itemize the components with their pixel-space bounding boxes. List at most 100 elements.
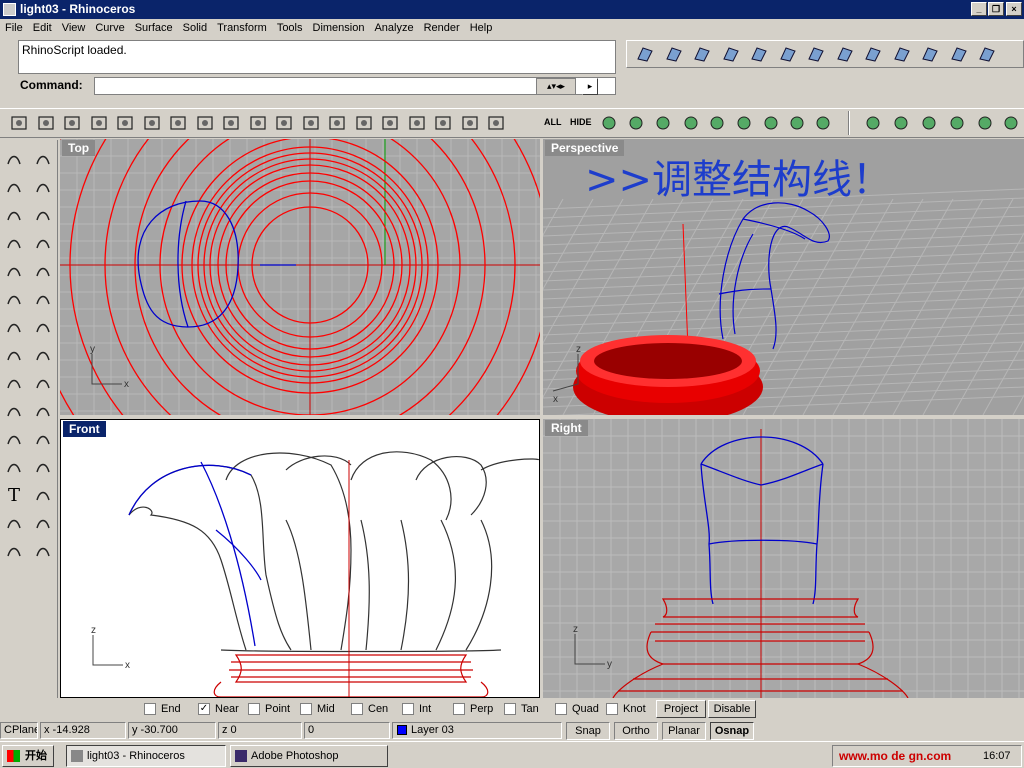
command-scroll-arrows[interactable]: ▴▾◂▸ (536, 78, 576, 95)
surface-fillet-icon[interactable] (862, 43, 884, 65)
surface-patch-icon[interactable] (805, 43, 827, 65)
polygon-icon[interactable] (3, 232, 25, 254)
osnap-knot-checkbox[interactable] (606, 703, 618, 715)
ghost-icon[interactable] (890, 112, 912, 134)
print-icon[interactable] (88, 112, 110, 134)
save-icon[interactable] (61, 112, 83, 134)
circle-icon[interactable] (3, 204, 25, 226)
transform-icon[interactable] (3, 428, 25, 450)
osnap-near[interactable]: ✓ Near (198, 701, 239, 717)
menu-surface[interactable]: Surface (130, 19, 178, 37)
surface-trim-icon[interactable] (976, 43, 998, 65)
viewport-perspective[interactable]: Perspective z x >>调整结构线！ (543, 139, 1024, 415)
dimension-icon[interactable] (3, 540, 25, 562)
options-gear-icon[interactable] (760, 112, 782, 134)
viewport-title-front[interactable]: Front (63, 421, 106, 437)
menu-render[interactable]: Render (419, 19, 465, 37)
osnap-knot[interactable]: Knot (606, 701, 646, 717)
menu-dimension[interactable]: Dimension (308, 19, 370, 37)
surface-blend-icon[interactable] (891, 43, 913, 65)
paste-icon[interactable] (167, 112, 189, 134)
hide-button[interactable]: HIDE (570, 117, 592, 127)
osnap-toggle[interactable]: Osnap (710, 722, 754, 740)
scale-icon[interactable] (32, 484, 54, 506)
osnap-point-checkbox[interactable] (248, 703, 260, 715)
osnap-tan[interactable]: Tan (504, 701, 539, 717)
close-button[interactable]: × (1006, 2, 1022, 16)
osnap-mid-checkbox[interactable] (300, 703, 312, 715)
point-on-icon[interactable] (485, 112, 507, 134)
undo-view-icon[interactable] (379, 112, 401, 134)
analyze2-icon[interactable] (32, 372, 54, 394)
osnap-int[interactable]: Int (402, 701, 431, 717)
status-layer[interactable]: Layer 03 (392, 722, 562, 739)
osnap-quad-checkbox[interactable] (555, 703, 567, 715)
task-rhinoceros[interactable]: light03 - Rhinoceros (66, 745, 226, 767)
zoom-dynamic-icon[interactable] (273, 112, 295, 134)
shade-icon[interactable] (862, 112, 884, 134)
rotate-view-icon[interactable] (247, 112, 269, 134)
color-wheel-icon[interactable] (625, 112, 647, 134)
minimize-button[interactable]: _ (971, 2, 987, 16)
box-solid-icon[interactable] (946, 112, 968, 134)
osnap-project-button[interactable]: Project (656, 700, 706, 718)
analyze-icon[interactable] (3, 372, 25, 394)
dots-icon[interactable] (32, 540, 54, 562)
arc2-icon[interactable] (32, 260, 54, 282)
solid-sphere-icon[interactable] (32, 316, 54, 338)
select-all-button[interactable]: ALL (544, 117, 562, 127)
restore-button[interactable]: ❐ (988, 2, 1004, 16)
menu-transform[interactable]: Transform (212, 19, 272, 37)
status-cplane[interactable]: CPlane (0, 722, 38, 739)
osnap-near-checkbox[interactable]: ✓ (198, 703, 210, 715)
curve-icon[interactable] (32, 176, 54, 198)
osnap-cen-checkbox[interactable] (351, 703, 363, 715)
copy-icon[interactable] (141, 112, 163, 134)
osnap-perp[interactable]: Perp (453, 701, 493, 717)
grid-icon[interactable] (459, 112, 481, 134)
command-scroll-right[interactable]: ▸ (582, 78, 598, 95)
viewport-title-top[interactable]: Top (62, 140, 96, 156)
task-photoshop[interactable]: Adobe Photoshop (230, 745, 388, 767)
menu-tools[interactable]: Tools (272, 19, 308, 37)
boolean2-icon[interactable] (32, 400, 54, 422)
cylinder-icon[interactable] (3, 344, 25, 366)
menu-curve[interactable]: Curve (90, 19, 129, 37)
edit-curve-icon[interactable] (3, 456, 25, 478)
viewport-front[interactable]: Front z x (60, 419, 540, 698)
pan-hand-icon[interactable] (220, 112, 242, 134)
sphere-gray-icon[interactable] (652, 112, 674, 134)
surface-revolve-icon[interactable] (691, 43, 713, 65)
cut-icon[interactable] (114, 112, 136, 134)
viewport-title-right[interactable]: Right (545, 420, 588, 436)
osnap-int-checkbox[interactable] (402, 703, 414, 715)
surface-rail-icon[interactable] (777, 43, 799, 65)
viewport-right[interactable]: Right z y (543, 419, 1024, 698)
polyline-icon[interactable] (3, 176, 25, 198)
osnap-end[interactable]: End (144, 701, 181, 717)
sphere-blue-icon[interactable] (706, 112, 728, 134)
select-arrow-icon[interactable] (3, 148, 25, 170)
four-viewports-icon[interactable] (406, 112, 428, 134)
osnap-point[interactable]: Point (248, 701, 290, 717)
osnap-tan-checkbox[interactable] (504, 703, 516, 715)
car-render-icon[interactable] (432, 112, 454, 134)
transform2-icon[interactable] (32, 428, 54, 450)
render-icon[interactable] (918, 112, 940, 134)
sphere-dots-icon[interactable] (680, 112, 702, 134)
osnap-end-checkbox[interactable] (144, 703, 156, 715)
surface2-icon[interactable] (32, 288, 54, 310)
snap-toggle[interactable]: Snap (566, 722, 610, 740)
box-wire-icon[interactable] (974, 112, 996, 134)
grid-dimension-icon[interactable] (786, 112, 808, 134)
toolbar-more-icon[interactable] (1000, 112, 1022, 134)
menu-solid[interactable]: Solid (178, 19, 212, 37)
text-icon[interactable]: T (3, 484, 25, 506)
surface-icon[interactable] (3, 288, 25, 310)
planar-toggle[interactable]: Planar (662, 722, 706, 740)
surface-loft-icon[interactable] (720, 43, 742, 65)
osnap-perp-checkbox[interactable] (453, 703, 465, 715)
mesh-icon[interactable] (32, 344, 54, 366)
undo-icon[interactable] (194, 112, 216, 134)
edit-curve2-icon[interactable] (32, 456, 54, 478)
